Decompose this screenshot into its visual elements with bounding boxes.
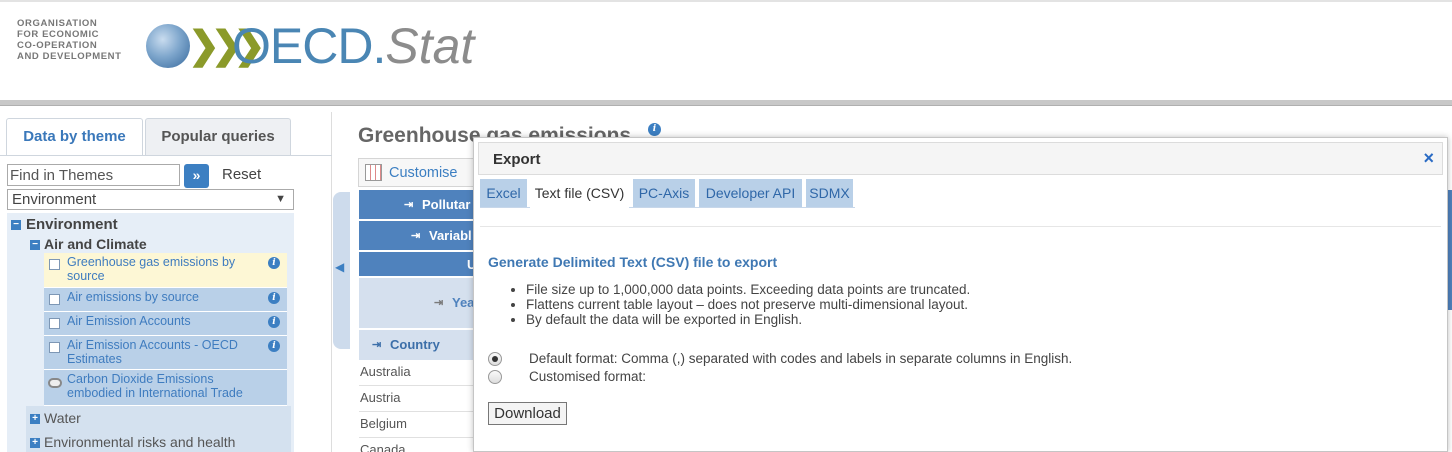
tree-node-environment[interactable]: Environment	[26, 216, 118, 233]
close-icon[interactable]: ×	[1423, 148, 1434, 169]
dataset-item[interactable]: Greenhouse gas emissions by source i	[44, 253, 287, 288]
move-icon: ⇥	[372, 339, 382, 351]
tab-pc-axis[interactable]: PC-Axis	[633, 179, 695, 207]
dataset-item[interactable]: Air Emission Accounts i	[44, 312, 287, 336]
expand-icon[interactable]: +	[30, 438, 40, 448]
info-icon[interactable]: i	[268, 257, 280, 269]
customised-format-radio[interactable]	[488, 370, 502, 384]
dimension-label: Yea	[452, 295, 475, 310]
find-in-themes-input[interactable]	[7, 164, 180, 186]
export-dialog: Export × Excel Text file (CSV) PC-Axis D…	[473, 137, 1448, 452]
dimension-header[interactable]: ⇥ Yea	[359, 278, 474, 329]
tab-excel[interactable]: Excel	[480, 179, 527, 207]
group-label: Environmental risks and health	[44, 434, 236, 450]
country-header[interactable]: ⇥ Country	[359, 330, 474, 360]
dropdown-arrow-icon: ▼	[275, 193, 286, 205]
table-row: Canada	[359, 438, 474, 452]
customise-label: Customise	[389, 165, 458, 181]
dataset-table-icon	[49, 259, 60, 270]
brand-main: OECD	[232, 18, 373, 74]
left-panel: Data by theme Popular queries » Reset En…	[0, 112, 332, 452]
dataset-label: Air emissions by source	[67, 290, 199, 304]
info-icon[interactable]: i	[268, 316, 280, 328]
dataset-table-icon	[49, 342, 60, 353]
dataset-item[interactable]: Carbon Dioxide Emissions embodied in Int…	[44, 370, 287, 406]
arrow-left-icon: ◀	[335, 260, 345, 274]
dataset-item[interactable]: Air emissions by source i	[44, 288, 287, 312]
move-icon: ⇥	[411, 230, 421, 242]
customise-icon	[365, 164, 382, 181]
header-divider	[0, 100, 1452, 106]
tree-node-water[interactable]: + Water	[26, 406, 291, 430]
reset-link[interactable]: Reset	[222, 166, 261, 183]
theme-select[interactable]: Environment ▼	[7, 189, 294, 210]
download-button[interactable]: Download	[488, 402, 567, 425]
default-format-label[interactable]: Default format: Comma (,) separated with…	[529, 351, 1072, 366]
brand-stat: Stat	[385, 18, 475, 74]
collapse-panel-handle[interactable]: ◀	[333, 192, 350, 349]
site-header: ORGANISATION FOR ECONOMIC CO-OPERATION A…	[0, 0, 1452, 100]
tree-node-air-and-climate[interactable]: Air and Climate	[44, 236, 147, 252]
csv-export-panel: Generate Delimited Text (CSV) file to ex…	[480, 226, 1441, 450]
csv-note: File size up to 1,000,000 data points. E…	[526, 282, 970, 297]
org-line: CO-OPERATION	[17, 40, 98, 51]
organisation-name: ORGANISATION FOR ECONOMIC CO-OPERATION A…	[17, 18, 122, 62]
tab-text-file-csv[interactable]: Text file (CSV)	[530, 179, 629, 209]
globe-logo-icon	[146, 24, 190, 68]
move-icon: ⇥	[404, 199, 414, 211]
group-label: Water	[44, 410, 81, 426]
org-line: FOR ECONOMIC	[17, 29, 100, 40]
table-row: Australia	[359, 360, 474, 386]
dimension-label: Variabl	[429, 228, 472, 243]
org-line: AND DEVELOPMENT	[17, 51, 122, 62]
customised-format-label[interactable]: Customised format:	[529, 369, 646, 384]
default-format-radio[interactable]	[488, 352, 502, 366]
customise-button[interactable]: Customise	[358, 158, 478, 187]
csv-note: Flattens current table layout – does not…	[526, 297, 970, 312]
table-row: Austria	[359, 386, 474, 412]
dialog-title: Export	[493, 151, 541, 168]
tab-data-by-theme[interactable]: Data by theme	[6, 118, 143, 156]
collapse-icon[interactable]: −	[30, 240, 40, 250]
dialog-header: Export ×	[478, 142, 1443, 175]
info-icon[interactable]: i	[648, 123, 661, 136]
export-tabs: Excel Text file (CSV) PC-Axis Developer …	[480, 178, 855, 209]
dataset-table-icon	[49, 294, 60, 305]
info-icon[interactable]: i	[268, 340, 280, 352]
link-icon	[48, 378, 62, 388]
dataset-table-icon	[49, 318, 60, 329]
oecd-stat-logo[interactable]: OECD.Stat	[232, 18, 474, 74]
tab-popular-queries[interactable]: Popular queries	[145, 118, 291, 156]
csv-note: By default the data will be exported in …	[526, 312, 970, 327]
tab-sdmx[interactable]: SDMX	[806, 179, 853, 207]
dimension-header[interactable]: U	[359, 252, 476, 277]
theme-select-value: Environment	[12, 191, 97, 208]
dataset-label: Air Emission Accounts - OECD Estimates	[67, 338, 238, 366]
brand-dot: .	[372, 18, 386, 74]
dataset-label: Carbon Dioxide Emissions embodied in Int…	[67, 372, 243, 400]
collapse-icon[interactable]: −	[11, 220, 21, 230]
search-go-button[interactable]: »	[184, 164, 209, 188]
tab-developer-api[interactable]: Developer API	[699, 179, 802, 207]
info-icon[interactable]: i	[268, 292, 280, 304]
expand-icon[interactable]: +	[30, 414, 40, 424]
csv-notes: File size up to 1,000,000 data points. E…	[526, 282, 970, 327]
tree-node-environmental-risks[interactable]: + Environmental risks and health	[26, 430, 291, 452]
theme-tree: − Environment − Air and Climate Greenhou…	[7, 213, 294, 452]
org-line: ORGANISATION	[17, 18, 98, 29]
dataset-item[interactable]: Air Emission Accounts - OECD Estimates i	[44, 336, 287, 370]
dataset-label: Air Emission Accounts	[67, 314, 191, 328]
dimension-label: Pollutar	[422, 197, 471, 212]
csv-heading: Generate Delimited Text (CSV) file to ex…	[488, 254, 778, 270]
dataset-label: Greenhouse gas emissions by source	[67, 255, 236, 283]
dimension-header[interactable]: ⇥ Pollutar	[359, 190, 474, 220]
country-header-label: Country	[390, 337, 440, 352]
move-icon: ⇥	[434, 297, 444, 309]
tabs-divider	[0, 155, 332, 156]
table-row: Belgium	[359, 412, 474, 438]
dimension-header[interactable]: ⇥ Variabl	[359, 221, 474, 251]
